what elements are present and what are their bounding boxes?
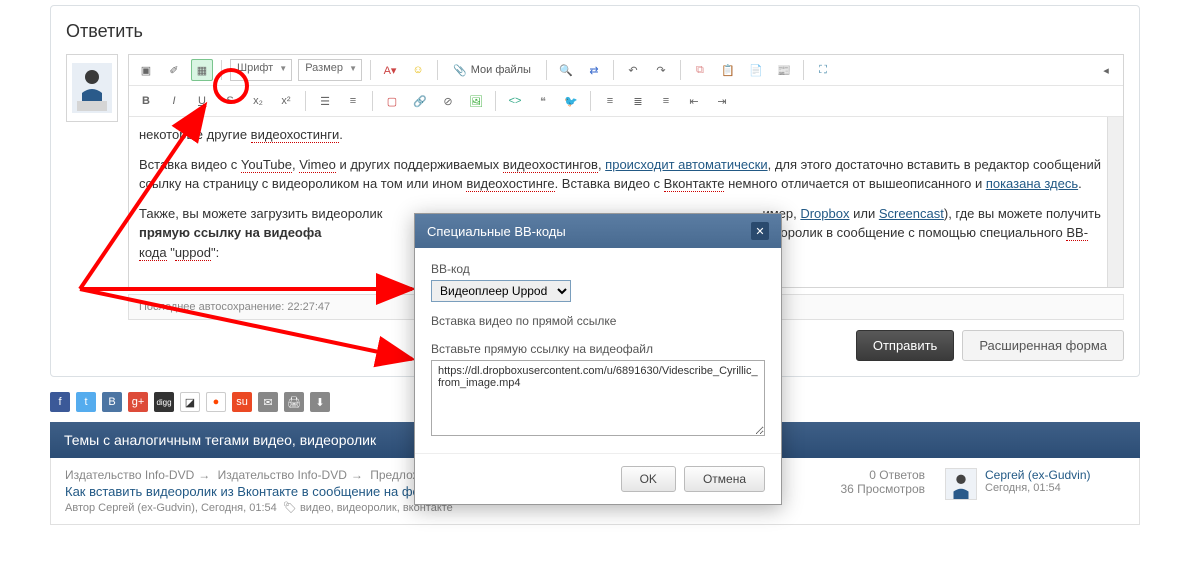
font-select[interactable]: Шрифт bbox=[230, 59, 292, 81]
user-avatar bbox=[66, 54, 118, 122]
expand-icon[interactable]: ⛶ bbox=[812, 59, 834, 81]
auto-link[interactable]: происходит автоматически bbox=[605, 157, 767, 172]
screencast-link[interactable]: Screencast bbox=[879, 206, 944, 221]
stumble-icon[interactable]: su bbox=[232, 392, 252, 412]
paste-text-icon[interactable]: 📄 bbox=[745, 59, 767, 81]
toolbar-row-2: B I U S x₂ x² ☰ ≡ ▢ 🔗 ⊘ 🖼 <> ❝ bbox=[129, 86, 1123, 117]
vk-icon[interactable]: B bbox=[102, 392, 122, 412]
italic-icon[interactable]: I bbox=[163, 90, 185, 112]
attach-icon: 📎 bbox=[453, 64, 467, 77]
modal-header[interactable]: Специальные BB-коды ✕ bbox=[415, 214, 781, 248]
superscript-icon[interactable]: x² bbox=[275, 90, 297, 112]
ul-icon[interactable]: ☰ bbox=[314, 90, 336, 112]
ok-button[interactable]: OK bbox=[621, 466, 676, 492]
small-avatar bbox=[945, 468, 977, 500]
toggle-toolbar-icon[interactable]: ▣ bbox=[135, 59, 157, 81]
image-icon[interactable]: 🖼 bbox=[465, 90, 487, 112]
facebook-icon[interactable]: f bbox=[50, 392, 70, 412]
align-center-icon[interactable]: ≣ bbox=[627, 90, 649, 112]
bbcode-select[interactable]: Видеоплеер Uppod bbox=[431, 280, 571, 302]
modal-title: Специальные BB-коды bbox=[427, 224, 566, 239]
indent-icon[interactable]: ⇥ bbox=[711, 90, 733, 112]
delicious-icon[interactable]: ◪ bbox=[180, 392, 200, 412]
myfiles-button[interactable]: 📎Мои файлы bbox=[446, 61, 538, 80]
bbcode-modal: Специальные BB-коды ✕ BB-код Видеоплеер … bbox=[414, 213, 782, 505]
textcolor-icon[interactable]: A▾ bbox=[379, 59, 401, 81]
related-date: Сегодня, 01:54 bbox=[985, 482, 1091, 494]
gplus-icon[interactable]: g+ bbox=[128, 392, 148, 412]
reddit-icon[interactable]: ● bbox=[206, 392, 226, 412]
related-user-link[interactable]: Сергей (ex-Gudvin) bbox=[985, 468, 1091, 482]
twitter-share-icon[interactable]: t bbox=[76, 392, 96, 412]
download-icon[interactable]: ⬇ bbox=[310, 392, 330, 412]
smiley-icon[interactable]: ☺ bbox=[407, 59, 429, 81]
spoiler-icon[interactable]: ▢ bbox=[381, 90, 403, 112]
size-select[interactable]: Размер bbox=[298, 59, 362, 81]
eraser-icon[interactable]: ✐ bbox=[163, 59, 185, 81]
dropbox-link[interactable]: Dropbox bbox=[800, 206, 849, 221]
subscript-icon[interactable]: x₂ bbox=[247, 90, 269, 112]
undo-icon[interactable]: ↶ bbox=[622, 59, 644, 81]
email-icon[interactable]: ✉ bbox=[258, 392, 278, 412]
find-icon[interactable]: 🔍 bbox=[555, 59, 577, 81]
toolbar-row-1: ▣ ✐ ▦ Шрифт Размер A▾ ☺ 📎Мои файлы 🔍 ⇄ ↶ bbox=[129, 55, 1123, 86]
reply-title: Ответить bbox=[66, 21, 1124, 42]
align-left-icon[interactable]: ≡ bbox=[599, 90, 621, 112]
shown-here-link[interactable]: показана здесь bbox=[986, 176, 1078, 191]
align-right-icon[interactable]: ≡ bbox=[655, 90, 677, 112]
collapse-icon[interactable]: ◂ bbox=[1095, 59, 1117, 81]
digg-icon[interactable]: digg bbox=[154, 392, 174, 412]
cancel-button[interactable]: Отмена bbox=[684, 466, 765, 492]
copy-icon[interactable]: ⧉ bbox=[689, 59, 711, 81]
code-icon[interactable]: <> bbox=[504, 90, 526, 112]
submit-button[interactable]: Отправить bbox=[856, 330, 954, 361]
url-textarea[interactable] bbox=[431, 360, 765, 436]
advanced-form-button[interactable]: Расширенная форма bbox=[962, 330, 1124, 361]
editor-scrollbar[interactable] bbox=[1107, 117, 1123, 287]
close-icon[interactable]: ✕ bbox=[751, 222, 769, 240]
url-label: Вставьте прямую ссылку на видеофайл bbox=[431, 342, 765, 356]
bbcode-label: BB-код bbox=[431, 262, 765, 276]
outdent-icon[interactable]: ⇤ bbox=[683, 90, 705, 112]
paste-word-icon[interactable]: 📰 bbox=[773, 59, 795, 81]
tag-icon: 🏷 bbox=[283, 501, 297, 514]
link-icon[interactable]: 🔗 bbox=[409, 90, 431, 112]
strike-icon[interactable]: S bbox=[219, 90, 241, 112]
replace-icon[interactable]: ⇄ bbox=[583, 59, 605, 81]
underline-icon[interactable]: U bbox=[191, 90, 213, 112]
related-stats: 0 Ответов 36 Просмотров bbox=[825, 468, 935, 514]
twitter-icon[interactable]: 🐦 bbox=[560, 90, 582, 112]
quote-icon[interactable]: ❝ bbox=[532, 90, 554, 112]
unlink-icon[interactable]: ⊘ bbox=[437, 90, 459, 112]
paste-icon[interactable]: 📋 bbox=[717, 59, 739, 81]
bold-icon[interactable]: B bbox=[135, 90, 157, 112]
bbcode-special-icon[interactable]: ▦ bbox=[191, 59, 213, 81]
print-icon[interactable]: 🖨 bbox=[284, 392, 304, 412]
ol-icon[interactable]: ≡ bbox=[342, 90, 364, 112]
modal-hint: Вставка видео по прямой ссылке bbox=[431, 314, 765, 328]
redo-icon[interactable]: ↷ bbox=[650, 59, 672, 81]
